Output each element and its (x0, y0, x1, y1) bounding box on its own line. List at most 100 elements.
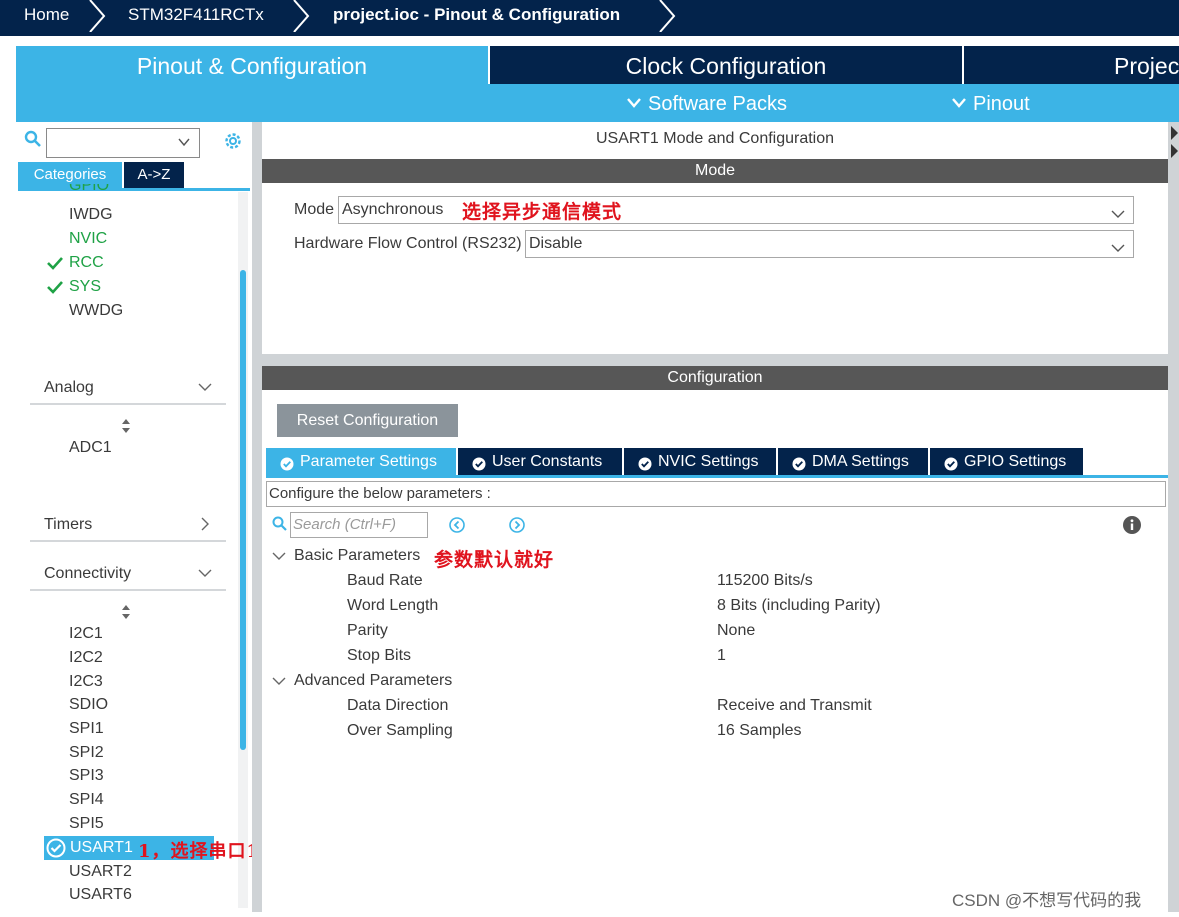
tab-parameter-settings[interactable]: Parameter Settings (266, 448, 456, 475)
breadcrumb-home[interactable]: Home (24, 0, 69, 32)
previous-match-icon[interactable] (448, 516, 466, 534)
tree-item-spi3[interactable]: SPI3 (69, 765, 104, 787)
flow-control-label: Hardware Flow Control (RS232) (294, 235, 522, 252)
tree-item-usart6[interactable]: USART6 (69, 884, 132, 906)
tab-underline (18, 188, 250, 191)
check-circle-icon (46, 838, 66, 858)
usart1-label: USART1 (70, 839, 133, 856)
check-circle-icon (638, 453, 652, 471)
chevron-right-icon[interactable] (198, 517, 212, 531)
search-icon (24, 130, 42, 148)
check-circle-icon (792, 453, 806, 471)
collapse-handle-icon[interactable] (1168, 124, 1179, 160)
software-packs-menu[interactable]: Software Packs (626, 84, 787, 122)
section-basic-parameters[interactable]: Basic Parameters (294, 544, 420, 568)
sort-icon[interactable] (120, 418, 132, 434)
tree-item-rcc[interactable]: RCC (69, 252, 104, 274)
chevron-down-icon (1111, 238, 1125, 252)
tab-label: GPIO Settings (964, 453, 1067, 470)
param-value[interactable]: 1 (717, 644, 726, 668)
tab-label: NVIC Settings (658, 453, 759, 470)
main-tabs: Pinout & Configuration Clock Configurati… (16, 46, 1179, 84)
tree-item-i2c3[interactable]: I2C3 (69, 671, 103, 693)
flow-control-select[interactable]: Disable (525, 230, 1134, 258)
group-analog[interactable]: Analog (44, 376, 94, 400)
annotation-params: 参数默认就好 (434, 549, 555, 571)
panel-title: USART1 Mode and Configuration (595, 130, 835, 147)
flow-control-value: Disable (529, 235, 583, 252)
annotation-select-usart: 1，选择串口1 (138, 841, 261, 862)
breadcrumb-project[interactable]: project.ioc - Pinout & Configuration (333, 0, 620, 32)
group-timers[interactable]: Timers (44, 513, 92, 537)
pinout-menu[interactable]: Pinout (951, 84, 1030, 122)
tab-clock-configuration[interactable]: Clock Configuration (490, 46, 962, 84)
check-icon (46, 254, 64, 272)
tab-pinout-configuration[interactable]: Pinout & Configuration (16, 46, 488, 84)
param-value[interactable]: 16 Samples (717, 719, 802, 743)
pinout-label: Pinout (973, 93, 1030, 115)
check-circle-icon (944, 453, 958, 471)
software-packs-label: Software Packs (648, 93, 787, 115)
tree-item-sdio[interactable]: SDIO (69, 694, 108, 716)
group-connectivity[interactable]: Connectivity (44, 562, 131, 586)
chevron-right-icon (86, 0, 108, 32)
chevron-down-icon[interactable] (177, 135, 191, 149)
info-icon[interactable] (1122, 515, 1142, 535)
tree-item-iwdg[interactable]: IWDG (69, 204, 113, 226)
tab-project-manager[interactable]: Projec (964, 46, 1179, 84)
param-value[interactable]: Receive and Transmit (717, 694, 872, 718)
param-value[interactable]: 8 Bits (including Parity) (717, 594, 881, 618)
parameter-search-input[interactable]: Search (Ctrl+F) (290, 512, 428, 538)
sort-icon[interactable] (120, 604, 132, 620)
tab-a-to-z[interactable]: A->Z (124, 162, 184, 188)
tree-item-usart2[interactable]: USART2 (69, 861, 132, 883)
chevron-down-icon (1111, 204, 1125, 218)
tree-item-spi2[interactable]: SPI2 (69, 742, 104, 764)
tree-item-nvic[interactable]: NVIC (69, 228, 107, 250)
group-divider (30, 540, 226, 542)
configuration-section-header: Configuration (262, 366, 1168, 390)
check-circle-icon (472, 453, 486, 471)
group-divider (30, 403, 226, 405)
reset-configuration-button[interactable]: Reset Configuration (277, 404, 458, 437)
annotation-mode: 选择异步通信模式 (462, 201, 623, 223)
tree-item-spi4[interactable]: SPI4 (69, 789, 104, 811)
tree-item-spi1[interactable]: SPI1 (69, 718, 104, 740)
gear-icon[interactable] (222, 130, 244, 152)
chevron-down-icon[interactable] (198, 566, 212, 580)
mode-section-header: Mode (262, 159, 1168, 183)
chevron-down-icon (626, 83, 642, 123)
scrollbar-thumb[interactable] (240, 270, 246, 750)
param-value[interactable]: 115200 Bits/s (717, 569, 813, 593)
tab-nvic-settings[interactable]: NVIC Settings (624, 448, 776, 475)
mode-label: Mode (294, 201, 335, 218)
tree-item-spi5[interactable]: SPI5 (69, 813, 104, 835)
top-gap (16, 36, 1179, 46)
tab-dma-settings[interactable]: DMA Settings (778, 448, 928, 475)
tree-item-wwdg[interactable]: WWDG (69, 300, 123, 322)
param-name: Baud Rate (347, 572, 423, 589)
mode-select[interactable]: Asynchronous (338, 196, 1134, 224)
category-search-input[interactable] (46, 128, 200, 158)
tree-item-sys[interactable]: SYS (69, 276, 101, 298)
tab-label: Parameter Settings (300, 453, 437, 470)
panel-splitter[interactable] (252, 122, 262, 912)
chevron-down-icon[interactable] (272, 674, 286, 688)
tab-user-constants[interactable]: User Constants (458, 448, 622, 475)
tab-gpio-settings[interactable]: GPIO Settings (930, 448, 1083, 475)
section-splitter[interactable] (262, 354, 1168, 366)
param-name: Over Sampling (347, 722, 453, 739)
breadcrumb-mcu[interactable]: STM32F411RCTx (128, 0, 264, 32)
tree-item-i2c2[interactable]: I2C2 (69, 647, 103, 669)
param-name: Parity (347, 622, 388, 639)
tree-item-gpio[interactable]: GPIO (69, 184, 109, 194)
sub-toolbar: Software Packs Pinout (16, 84, 1179, 122)
chevron-down-icon[interactable] (272, 549, 286, 563)
param-value[interactable]: None (717, 619, 755, 643)
chevron-down-icon (951, 83, 967, 123)
section-advanced-parameters[interactable]: Advanced Parameters (294, 669, 452, 693)
tree-item-i2c1[interactable]: I2C1 (69, 623, 103, 645)
chevron-down-icon[interactable] (198, 380, 212, 394)
tree-item-adc1[interactable]: ADC1 (69, 437, 112, 459)
next-match-icon[interactable] (508, 516, 526, 534)
